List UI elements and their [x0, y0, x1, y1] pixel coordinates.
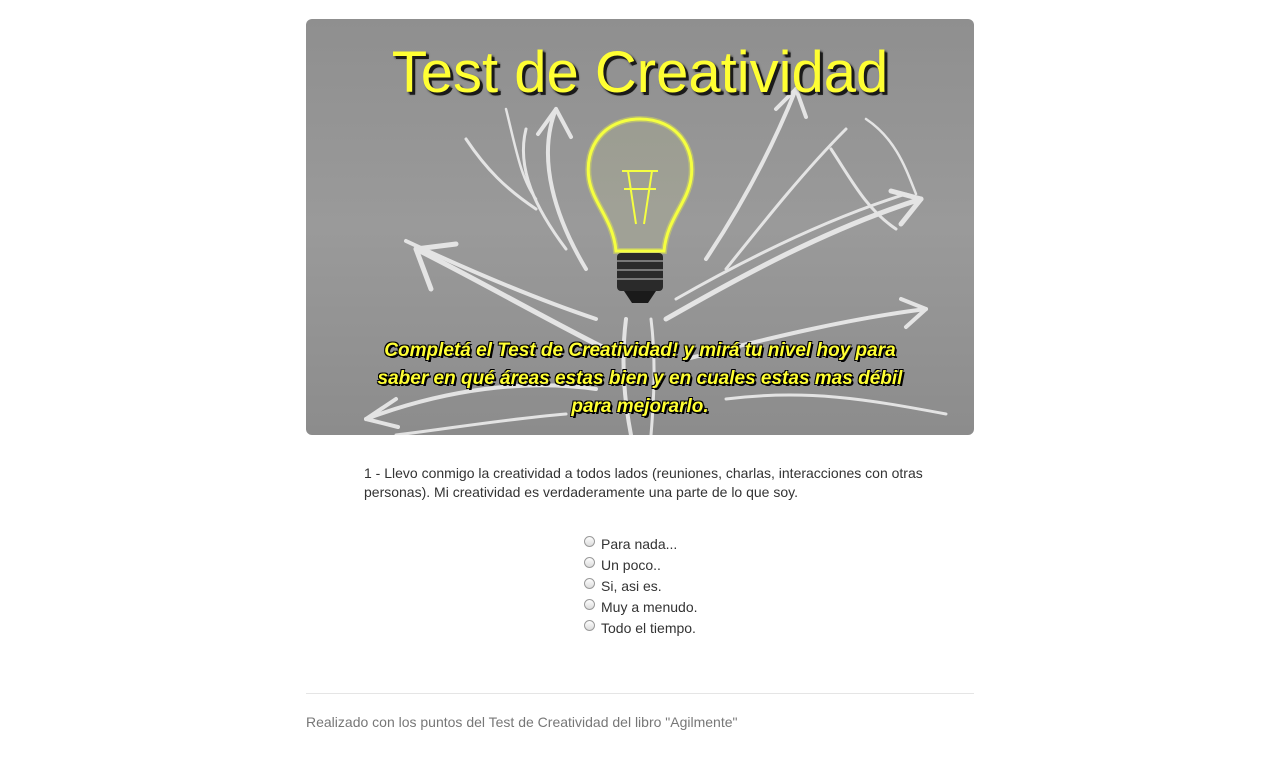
option-muy-a-menudo[interactable]: Muy a menudo.	[582, 596, 782, 617]
footer-divider	[306, 693, 974, 694]
hero-subtitle: Completá el Test de Creatividad! y mirá …	[377, 340, 903, 417]
light-bulb-icon	[585, 115, 695, 303]
hero-banner: Test de Creatividad Completá el Test de …	[306, 19, 974, 435]
option-label: Si, asi es.	[601, 577, 662, 594]
answer-options: Para nada... Un poco.. Si, asi es. Muy a…	[582, 533, 782, 638]
footer-text: Realizado con los puntos del Test de Cre…	[306, 714, 738, 730]
option-si-asi-es[interactable]: Si, asi es.	[582, 575, 782, 596]
page: Test de Creatividad Completá el Test de …	[0, 0, 1280, 760]
option-label: Muy a menudo.	[601, 598, 698, 615]
option-label: Todo el tiempo.	[601, 619, 696, 636]
radio-button[interactable]	[584, 599, 595, 610]
option-todo-el-tiempo[interactable]: Todo el tiempo.	[582, 617, 782, 638]
radio-button[interactable]	[584, 620, 595, 631]
radio-button[interactable]	[584, 557, 595, 568]
question-text: 1 - Llevo conmigo la creatividad a todos…	[364, 465, 923, 500]
option-un-poco[interactable]: Un poco..	[582, 554, 782, 575]
radio-button[interactable]	[584, 578, 595, 589]
radio-button[interactable]	[584, 536, 595, 547]
option-para-nada[interactable]: Para nada...	[582, 533, 782, 554]
option-label: Un poco..	[601, 556, 661, 573]
option-label: Para nada...	[601, 535, 678, 552]
page-title: Test de Creatividad	[391, 40, 889, 105]
